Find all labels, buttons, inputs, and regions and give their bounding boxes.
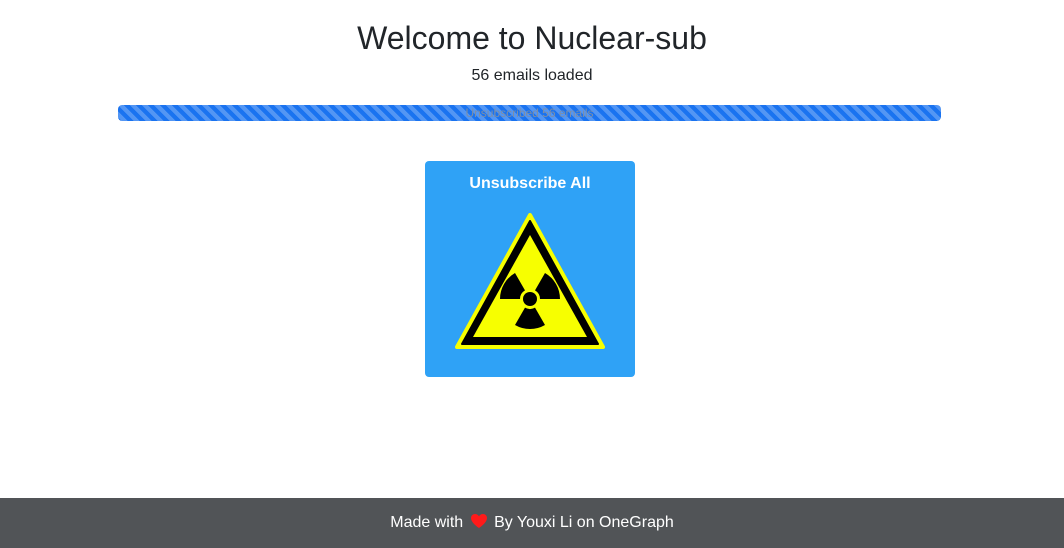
page-title: Welcome to Nuclear-sub <box>357 20 707 56</box>
unsubscribe-all-button[interactable]: Unsubscribe All <box>425 161 635 377</box>
heart-icon <box>470 514 487 528</box>
footer-by-text: By Youxi Li on <box>494 514 595 531</box>
emails-loaded-text: 56 emails loaded <box>471 67 593 84</box>
unsubscribe-progress: Unsubscribed 56 emails <box>118 105 941 121</box>
unsubscribe-all-label: Unsubscribe All <box>469 175 591 192</box>
onegraph-link[interactable]: OneGraph <box>599 514 674 531</box>
radiation-hazard-icon <box>455 213 605 349</box>
page: Welcome to Nuclear-sub 56 emails loaded … <box>0 0 1064 548</box>
progress-label: Unsubscribed 56 emails <box>465 106 594 120</box>
footer: Made with By Youxi Li on OneGraph <box>0 498 1064 548</box>
footer-made-with: Made with <box>390 514 464 531</box>
